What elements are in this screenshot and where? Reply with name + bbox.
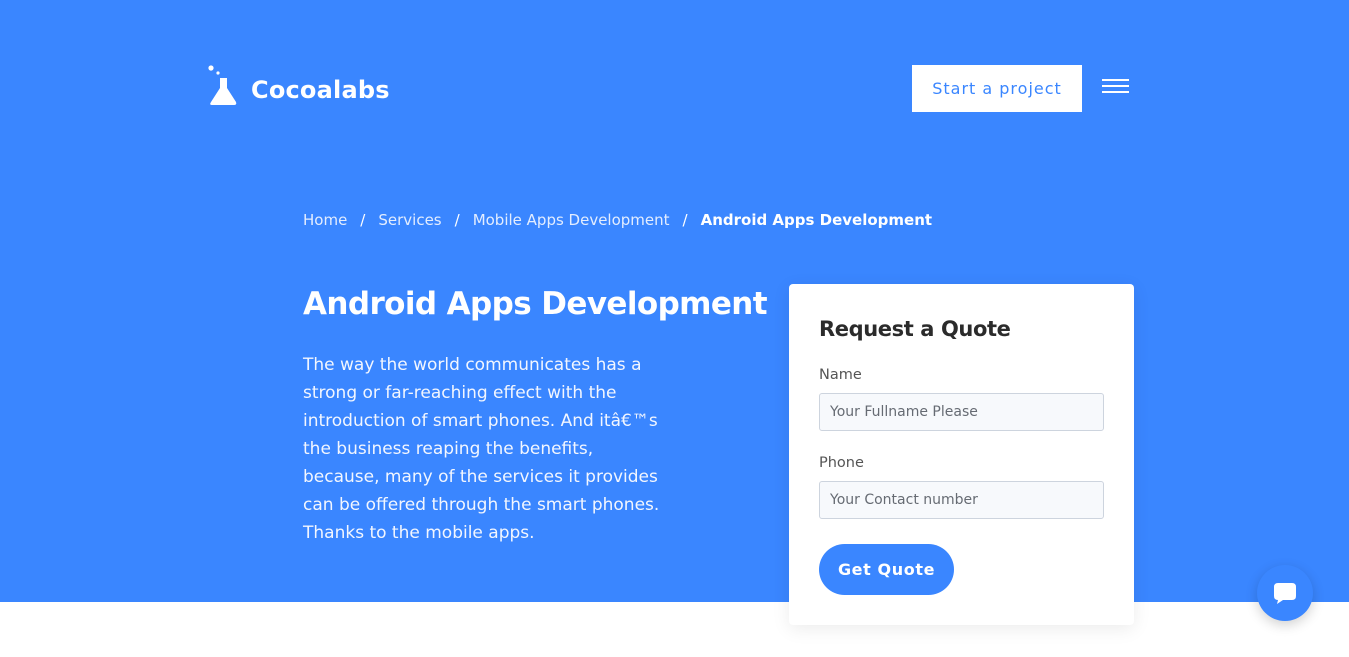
breadcrumb-mobile-apps[interactable]: Mobile Apps Development [473, 211, 670, 229]
quote-form-card: Request a Quote Name Phone Get Quote [789, 284, 1134, 625]
hero-section: Cocoalabs Start a project Home / Service… [0, 0, 1349, 602]
start-project-button[interactable]: Start a project [912, 65, 1082, 112]
hamburger-icon[interactable] [1102, 76, 1130, 96]
intro-paragraph: The way the world communicates has a str… [303, 355, 660, 543]
phone-input[interactable] [819, 481, 1104, 519]
breadcrumb: Home / Services / Mobile Apps Developmen… [303, 211, 932, 229]
chat-bubble-icon [1274, 583, 1296, 604]
logo[interactable]: Cocoalabs [207, 64, 390, 108]
name-input[interactable] [819, 393, 1104, 431]
menu-line [1102, 79, 1129, 81]
page-title: Android Apps Development [303, 286, 768, 322]
breadcrumb-home[interactable]: Home [303, 211, 347, 229]
get-quote-button[interactable]: Get Quote [819, 544, 954, 595]
breadcrumb-separator: / [682, 211, 688, 229]
menu-line [1102, 85, 1129, 87]
breadcrumb-separator: / [454, 211, 460, 229]
phone-label: Phone [819, 455, 864, 471]
logo-text: Cocoalabs [251, 76, 390, 104]
name-label: Name [819, 367, 862, 383]
quote-form-title: Request a Quote [819, 317, 1011, 341]
chat-widget-button[interactable] [1257, 565, 1313, 621]
breadcrumb-separator: / [360, 211, 366, 229]
flask-icon [208, 65, 237, 105]
breadcrumb-current: Android Apps Development [700, 211, 933, 229]
breadcrumb-services[interactable]: Services [378, 211, 441, 229]
menu-line [1102, 91, 1129, 93]
